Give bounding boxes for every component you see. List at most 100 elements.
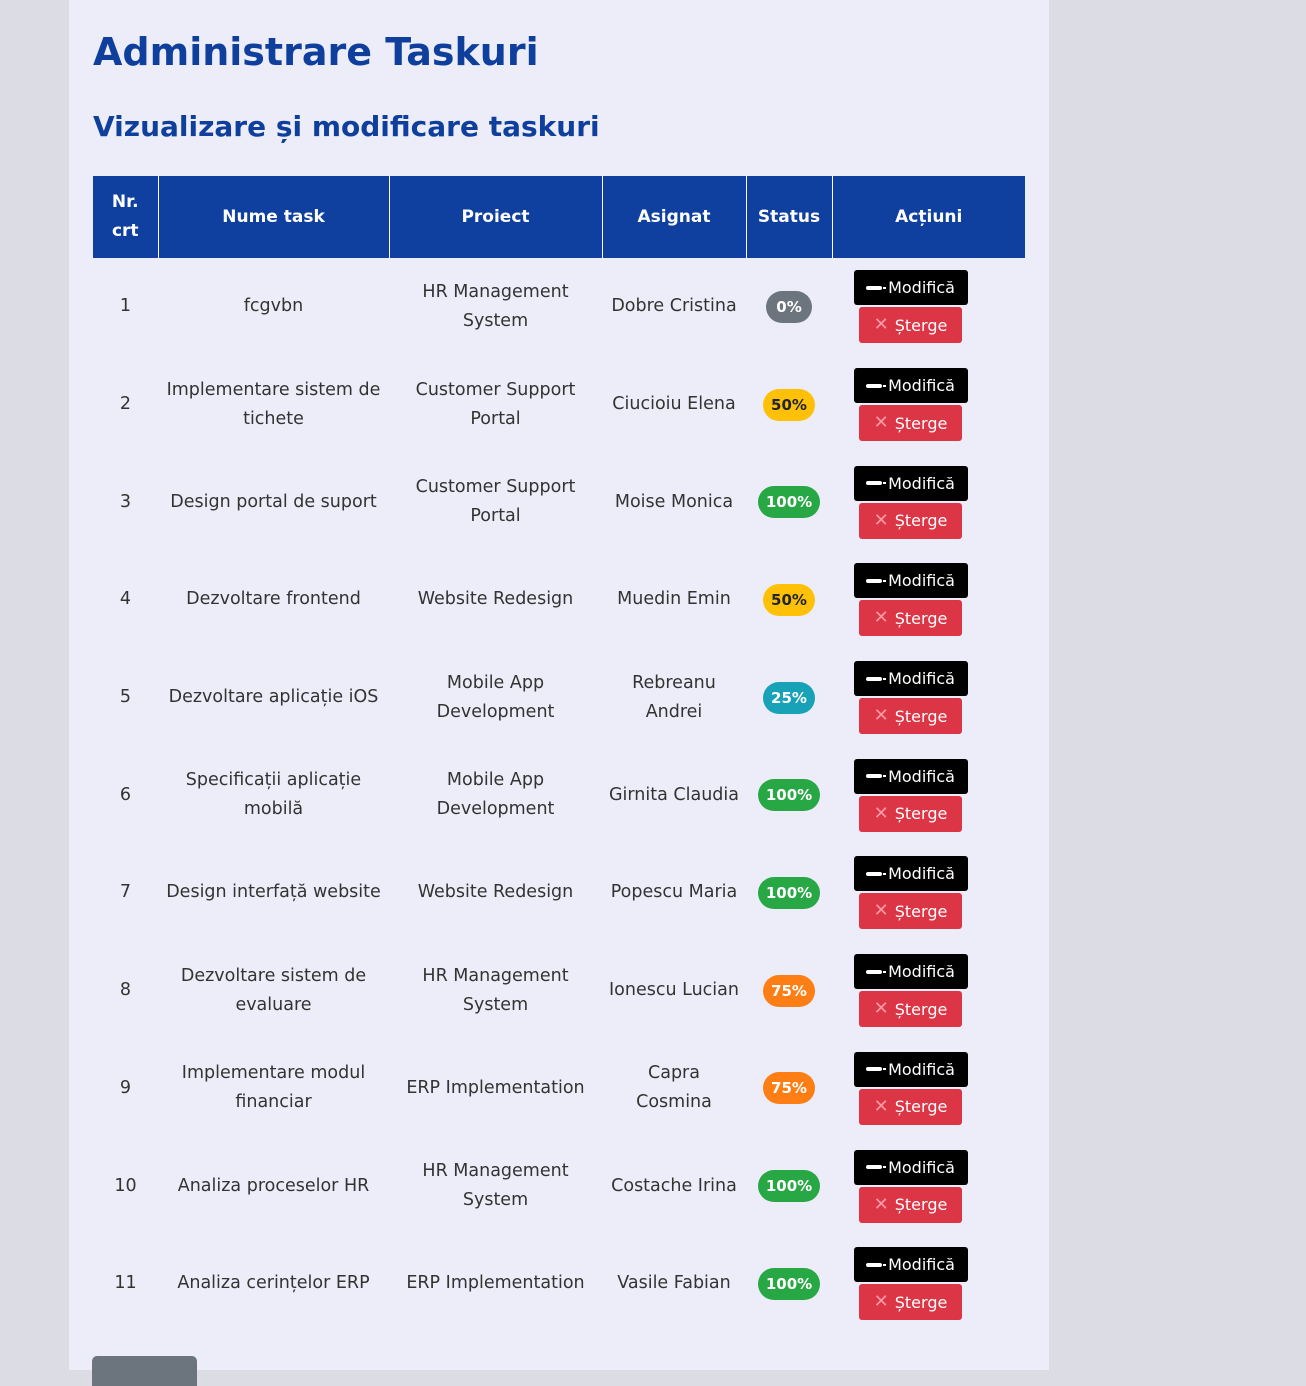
pen-icon	[866, 871, 887, 876]
close-icon: ✕	[873, 705, 889, 727]
edit-button[interactable]: Modifică	[853, 954, 968, 990]
header-project: Proiect	[388, 176, 602, 258]
edit-button[interactable]: Modifică	[853, 368, 968, 404]
cell-task-name: Implementare modul financiar	[181, 1063, 366, 1113]
delete-button[interactable]: ✕ Șterge	[859, 1088, 962, 1125]
delete-button[interactable]: ✕ Șterge	[859, 991, 962, 1028]
cell-nr: 9	[119, 1077, 132, 1098]
cell-project: ERP Implementation	[406, 1077, 585, 1098]
cell-task-name: Design interfață website	[166, 882, 381, 903]
edit-label: Modifică	[888, 669, 955, 689]
cell-assignee: Muedin Emin	[617, 589, 731, 610]
cell-actions: Modifică ✕ Șterge	[832, 1235, 1025, 1333]
row-actions: Modifică ✕ Șterge	[814, 368, 1007, 442]
cell-project: HR Management System	[422, 1161, 569, 1211]
cell-nr: 10	[114, 1175, 137, 1196]
page-title: Administrare Taskuri	[93, 30, 539, 74]
cell-actions: Modifică ✕ Șterge	[832, 356, 1025, 454]
edit-button[interactable]: Modifică	[853, 563, 968, 599]
close-icon: ✕	[873, 998, 889, 1020]
cell-project: HR Management System	[422, 965, 569, 1015]
delete-label: Șterge	[894, 804, 948, 824]
delete-label: Șterge	[894, 706, 948, 726]
edit-label: Modifică	[888, 278, 955, 298]
pen-icon	[866, 1067, 887, 1072]
delete-label: Șterge	[894, 1195, 948, 1215]
delete-button[interactable]: ✕ Șterge	[859, 1284, 962, 1321]
cell-project: Website Redesign	[417, 589, 574, 610]
edit-label: Modifică	[888, 473, 955, 493]
edit-button[interactable]: Modifică	[853, 1149, 968, 1185]
delete-button[interactable]: ✕ Șterge	[859, 502, 962, 539]
close-icon: ✕	[873, 412, 889, 434]
cell-project: Mobile App Development	[436, 672, 555, 722]
delete-button[interactable]: ✕ Șterge	[859, 307, 962, 344]
edit-label: Modifică	[888, 962, 955, 982]
header-actions: Acțiuni	[831, 176, 1025, 258]
status-badge: 75%	[763, 974, 815, 1007]
table-row: 8 Dezvoltare sistem de evaluare HR Managem…	[93, 942, 1025, 1040]
header-assignee: Asignat	[601, 176, 746, 258]
edit-button[interactable]: Modifică	[853, 270, 968, 306]
cell-nr: 11	[114, 1273, 137, 1294]
status-badge: 100%	[757, 486, 821, 519]
cell-project: Website Redesign	[417, 882, 574, 903]
delete-label: Șterge	[894, 901, 948, 921]
edit-button[interactable]: Modifică	[853, 1247, 968, 1283]
cell-assignee: Capra Cosmina	[636, 1063, 712, 1113]
close-icon: ✕	[873, 900, 889, 922]
cell-assignee: Dobre Cristina	[611, 296, 737, 317]
close-icon: ✕	[873, 1291, 889, 1313]
delete-button[interactable]: ✕ Șterge	[859, 600, 962, 637]
delete-button[interactable]: ✕ Șterge	[859, 795, 962, 832]
edit-button[interactable]: Modifică	[853, 661, 968, 697]
back-button[interactable]	[92, 1356, 197, 1386]
close-icon: ✕	[873, 509, 889, 531]
pen-icon	[866, 1165, 887, 1170]
edit-label: Modifică	[888, 1059, 955, 1079]
row-actions: Modifică ✕ Șterge	[814, 954, 1007, 1028]
table-row: 3 Design portal de suport Customer Support…	[93, 453, 1025, 551]
edit-label: Modifică	[888, 1157, 955, 1177]
cell-assignee: Rebreanu Andrei	[632, 672, 716, 722]
edit-button[interactable]: Modifică	[853, 1051, 968, 1087]
delete-button[interactable]: ✕ Șterge	[859, 698, 962, 735]
delete-button[interactable]: ✕ Șterge	[859, 1186, 962, 1223]
cell-task-name: Dezvoltare sistem de evaluare	[180, 965, 367, 1015]
pen-icon	[866, 578, 887, 583]
table-row: 4 Dezvoltare frontend Website Redesign Mued…	[93, 551, 1025, 649]
cell-actions: Modifică ✕ Șterge	[832, 844, 1025, 942]
delete-button[interactable]: ✕ Șterge	[859, 893, 962, 930]
cell-nr: 8	[119, 980, 132, 1001]
status-badge: 50%	[763, 583, 815, 616]
close-icon: ✕	[873, 1095, 889, 1117]
table-row: 9 Implementare modul financiar ERP Impleme…	[93, 1040, 1025, 1138]
cell-actions: Modifică ✕ Șterge	[832, 1040, 1025, 1138]
cell-task-name: Analiza proceselor HR	[177, 1175, 370, 1196]
cell-task-name: Analiza cerințelor ERP	[177, 1273, 370, 1294]
row-actions: Modifică ✕ Șterge	[814, 1247, 1007, 1321]
cell-assignee: Girnita Claudia	[608, 784, 739, 805]
cell-task-name: Design portal de suport	[170, 491, 377, 512]
row-actions: Modifică ✕ Șterge	[814, 465, 1007, 539]
cell-assignee: Ciucioiu Elena	[612, 394, 736, 415]
edit-button[interactable]: Modifică	[853, 856, 968, 892]
delete-label: Șterge	[894, 511, 948, 531]
cell-actions: Modifică ✕ Șterge	[832, 1137, 1025, 1235]
table-row: 5 Dezvoltare aplicație iOS Mobile App Deve…	[93, 649, 1025, 747]
cell-nr: 4	[119, 589, 132, 610]
cell-task-name: fcgvbn	[243, 296, 304, 317]
row-actions: Modifică ✕ Șterge	[814, 563, 1007, 637]
cell-nr: 5	[119, 687, 132, 708]
edit-button[interactable]: Modifică	[853, 758, 968, 794]
table-row: 2 Implementare sistem de tichete Customer …	[93, 356, 1025, 454]
tasks-table: Nr. crt Nume task Proiect Asignat Status…	[93, 176, 1025, 1333]
cell-actions: Modifică ✕ Șterge	[832, 746, 1025, 844]
delete-label: Șterge	[894, 1097, 948, 1117]
row-actions: Modifică ✕ Șterge	[814, 1149, 1007, 1223]
status-badge: 25%	[763, 681, 815, 714]
delete-button[interactable]: ✕ Șterge	[859, 405, 962, 442]
close-icon: ✕	[873, 314, 889, 336]
edit-button[interactable]: Modifică	[853, 465, 968, 501]
cell-actions: Modifică ✕ Șterge	[832, 258, 1025, 356]
